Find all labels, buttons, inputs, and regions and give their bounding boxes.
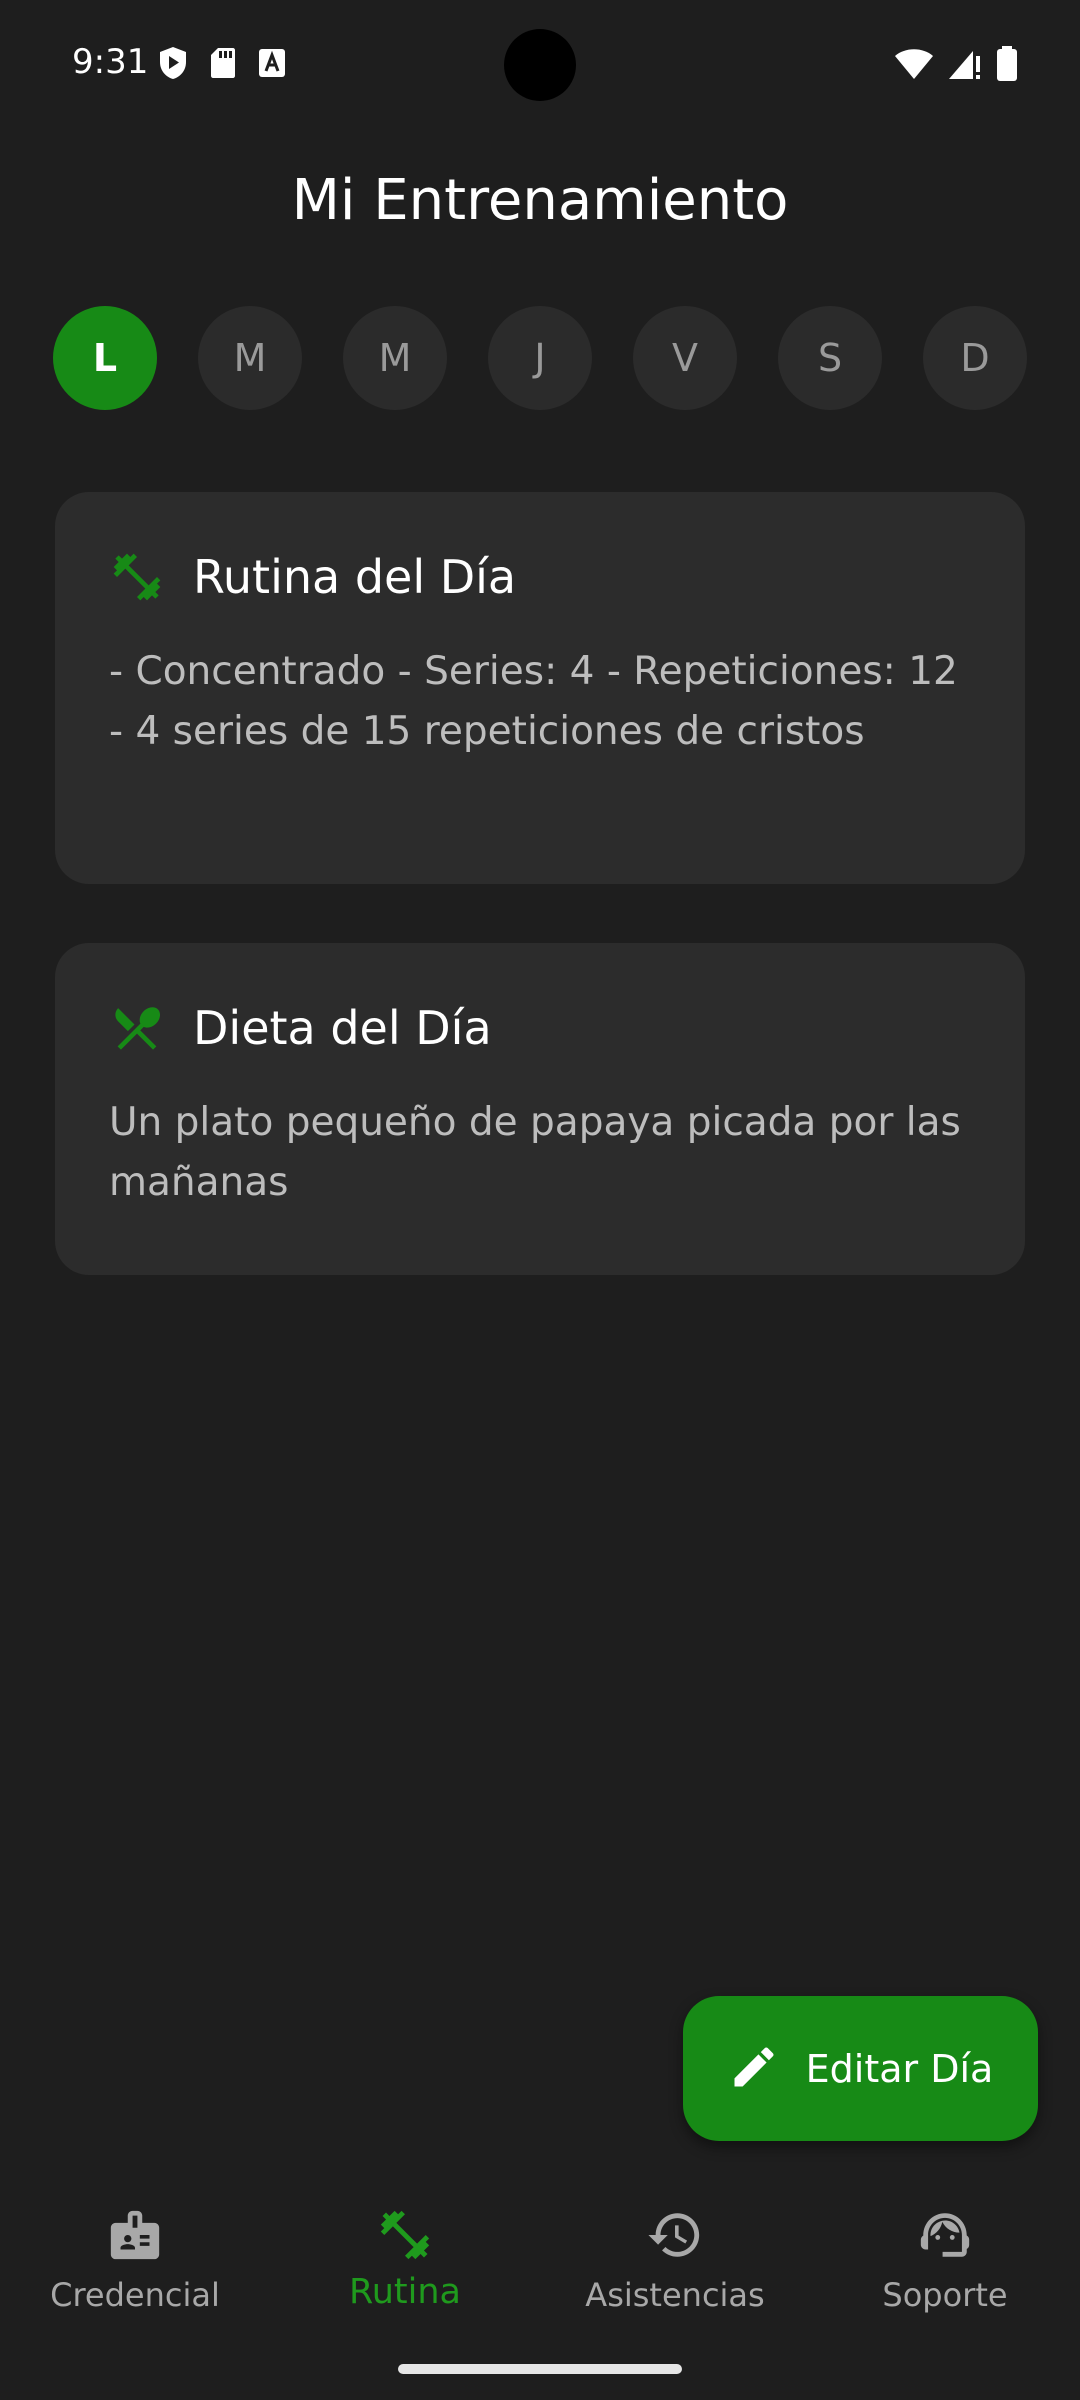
day-button-martes[interactable]: M xyxy=(198,306,302,410)
diet-card-header: Dieta del Día xyxy=(109,993,971,1063)
dumbbell-icon xyxy=(109,549,165,605)
page-title: Mi Entrenamiento xyxy=(291,168,789,233)
bottom-navigation: Credencial Rutina Asistencias Soporte xyxy=(0,2180,1080,2330)
cell-signal-icon xyxy=(948,48,982,84)
diet-card-body: Un plato pequeño de papaya picada por la… xyxy=(109,1100,961,1205)
badge-icon xyxy=(106,2206,164,2264)
nav-label-rutina: Rutina xyxy=(348,2272,461,2312)
nav-item-rutina[interactable]: Rutina xyxy=(270,2180,540,2330)
sd-card-icon xyxy=(210,47,236,79)
status-notification-icons xyxy=(158,46,286,80)
wifi-icon xyxy=(894,48,934,84)
home-indicator[interactable] xyxy=(398,2364,682,2374)
day-selector: L M M J V S D xyxy=(53,306,1027,410)
nav-label-asistencias: Asistencias xyxy=(585,2276,765,2314)
day-button-sabado[interactable]: S xyxy=(778,306,882,410)
dumbbell-icon xyxy=(376,2206,434,2264)
routine-card-header: Rutina del Día xyxy=(109,542,971,612)
text-a-icon xyxy=(258,48,286,78)
diet-card: Dieta del Día Un plato pequeño de papaya… xyxy=(55,943,1025,1275)
day-button-miercoles[interactable]: M xyxy=(343,306,447,410)
shield-play-icon xyxy=(158,46,188,80)
routine-card-body: - Concentrado - Series: 4 - Repeticiones… xyxy=(109,649,958,754)
status-system-icons xyxy=(894,46,1018,86)
edit-day-button[interactable]: Editar Día xyxy=(683,1996,1038,2141)
nav-label-soporte: Soporte xyxy=(882,2276,1008,2314)
support-agent-icon xyxy=(916,2206,974,2264)
diet-card-title: Dieta del Día xyxy=(193,1001,492,1055)
nav-item-soporte[interactable]: Soporte xyxy=(810,2180,1080,2330)
status-bar: 9:31 xyxy=(0,0,1080,130)
history-icon xyxy=(646,2206,704,2264)
day-button-viernes[interactable]: V xyxy=(633,306,737,410)
nav-item-credencial[interactable]: Credencial xyxy=(0,2180,270,2330)
edit-day-label: Editar Día xyxy=(805,2046,994,2091)
day-button-lunes[interactable]: L xyxy=(53,306,157,410)
day-button-jueves[interactable]: J xyxy=(488,306,592,410)
status-time: 9:31 xyxy=(72,42,149,82)
routine-card: Rutina del Día - Concentrado - Series: 4… xyxy=(55,492,1025,884)
routine-card-title: Rutina del Día xyxy=(193,550,517,604)
battery-icon xyxy=(996,46,1018,86)
day-button-domingo[interactable]: D xyxy=(923,306,1027,410)
pencil-icon xyxy=(728,2041,780,2097)
nav-label-credencial: Credencial xyxy=(50,2276,220,2314)
restaurant-icon xyxy=(109,1000,165,1056)
nav-item-asistencias[interactable]: Asistencias xyxy=(540,2180,810,2330)
camera-cutout xyxy=(504,29,576,101)
